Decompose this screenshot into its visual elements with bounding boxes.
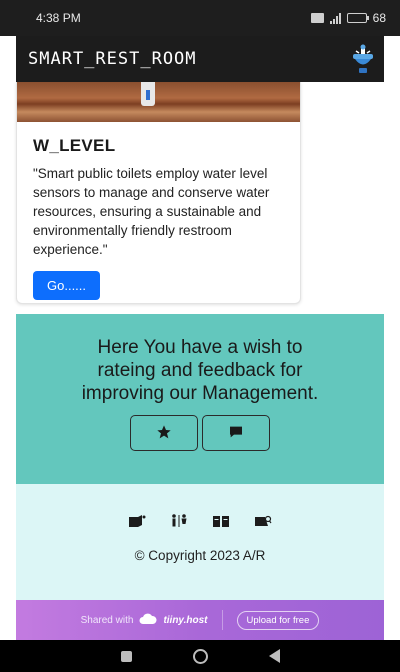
shared-with-text: Shared with — [80, 614, 134, 626]
toilet-logo-icon[interactable] — [350, 44, 376, 74]
star-icon — [156, 424, 172, 443]
no-camera-icon[interactable] — [254, 514, 272, 528]
signal-icon — [329, 12, 341, 24]
footer: © Copyright 2023 A/R — [16, 484, 384, 600]
status-time: 4:38 PM — [36, 11, 81, 25]
people-icon[interactable] — [170, 514, 188, 528]
w-level-card: W_LEVEL "Smart public toilets employ wat… — [16, 82, 301, 304]
card-image — [17, 82, 300, 122]
home-icon[interactable] — [192, 648, 208, 664]
sensor-device-image — [141, 82, 155, 106]
battery-icon — [346, 13, 369, 23]
upload-for-free-button[interactable]: Upload for free — [236, 610, 320, 630]
feedback-button[interactable] — [202, 415, 270, 451]
cloud-icon — [139, 613, 157, 628]
book-icon[interactable] — [212, 514, 230, 528]
sim-icon — [310, 13, 324, 23]
restroom-sign-icon[interactable] — [128, 514, 146, 528]
shared-with-bar: Shared with tiiny.host Upload for free — [16, 600, 384, 640]
status-bar: 4:38 PM 68 — [0, 0, 400, 36]
rating-button[interactable] — [130, 415, 198, 451]
card-title: W_LEVEL — [33, 136, 116, 155]
tiiny-host-brand: tiiny.host — [163, 614, 208, 626]
card-description: "Smart public toilets employ water level… — [33, 166, 270, 257]
recents-icon[interactable] — [120, 650, 132, 662]
back-icon[interactable] — [268, 649, 280, 663]
feedback-section: Here You have a wish to rateing and feed… — [16, 314, 384, 484]
divider — [221, 610, 223, 630]
shared-with-label[interactable]: Shared with tiiny.host — [81, 613, 208, 628]
app-bar: SMART_REST_ROOM — [16, 36, 384, 82]
feedback-text: Here You have a wish to rateing and feed… — [81, 337, 319, 404]
status-indicators: 68 — [310, 11, 386, 25]
chat-icon — [228, 424, 244, 443]
card-body: W_LEVEL "Smart public toilets employ wat… — [17, 122, 300, 300]
footer-icons — [16, 514, 384, 528]
copyright-text: © Copyright 2023 A/R — [134, 548, 266, 563]
app-title: SMART_REST_ROOM — [28, 49, 197, 69]
battery-percent: 68 — [372, 11, 386, 25]
feedback-buttons — [16, 415, 384, 451]
go-button[interactable]: Go...... — [33, 271, 101, 300]
system-nav-bar — [0, 640, 400, 672]
